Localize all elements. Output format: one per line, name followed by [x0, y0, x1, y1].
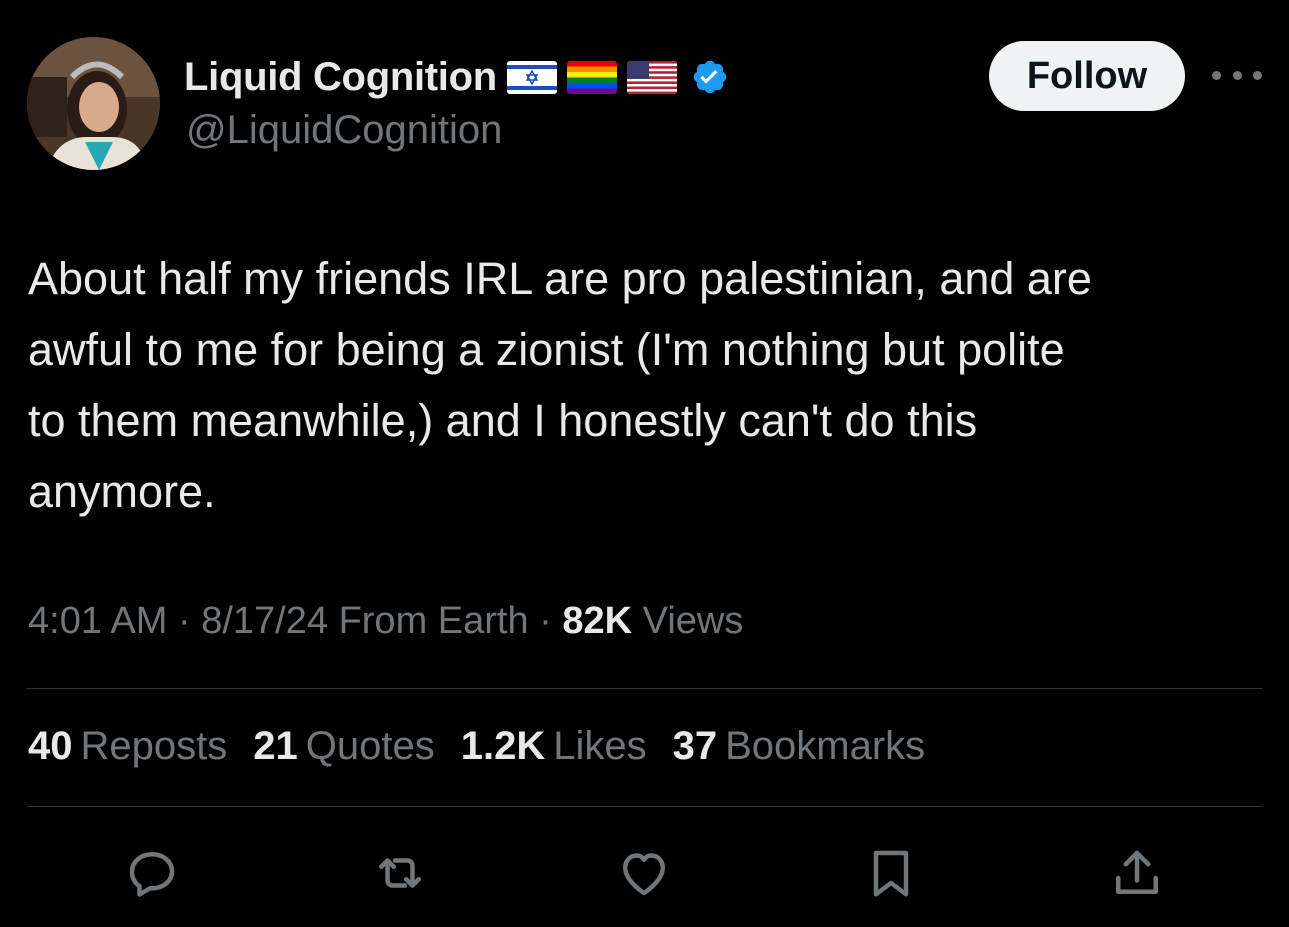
author-handle[interactable]: @LiquidCognition	[186, 108, 502, 153]
views-label: Views	[642, 600, 744, 642]
bookmark-icon[interactable]	[861, 843, 921, 903]
tweet-date[interactable]: 8/17/24	[201, 600, 328, 642]
share-icon[interactable]	[1107, 843, 1167, 903]
reposts-stat[interactable]: 40 Reposts	[28, 724, 227, 769]
meta-separator: ·	[539, 600, 552, 642]
likes-stat[interactable]: 1.2K Likes	[461, 724, 647, 769]
usa-flag-icon	[626, 60, 677, 94]
tweet-text: About half my friends IRL are pro palest…	[28, 253, 1092, 517]
more-options-icon[interactable]	[1212, 62, 1262, 88]
divider	[27, 688, 1263, 689]
views-count: 82K	[562, 600, 633, 642]
meta-separator: ·	[177, 600, 191, 642]
tweet-location: From Earth	[338, 600, 529, 642]
quotes-stat[interactable]: 21 Quotes	[253, 724, 434, 769]
verified-badge-icon[interactable]	[691, 58, 729, 96]
avatar[interactable]	[27, 37, 160, 170]
like-icon[interactable]	[614, 843, 674, 903]
tweet-meta: 4:01 AM · 8/17/24 From Earth · 82K Views	[28, 600, 743, 643]
author-name-row: Liquid Cognition	[184, 52, 729, 102]
follow-button[interactable]: Follow	[989, 41, 1185, 111]
bookmarks-stat[interactable]: 37 Bookmarks	[673, 724, 926, 769]
engagement-stats: 40 Reposts 21 Quotes 1.2K Likes 37 Bookmarks	[28, 724, 925, 769]
repost-icon[interactable]	[370, 843, 430, 903]
divider	[27, 806, 1263, 807]
author-display-name[interactable]: Liquid Cognition	[184, 55, 497, 100]
israel-flag-icon	[506, 60, 557, 94]
tweet-time[interactable]: 4:01 AM	[28, 600, 167, 642]
tweet-detail: Liquid Cognition @LiquidCognition Follow…	[0, 0, 1289, 927]
rainbow-pride-flag-icon	[566, 60, 617, 94]
reply-icon[interactable]	[122, 843, 182, 903]
